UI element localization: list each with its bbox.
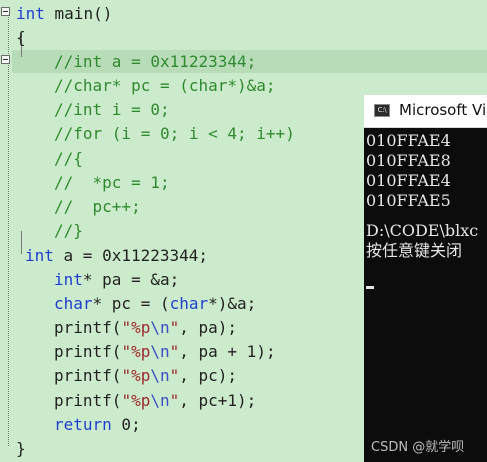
console-output: 010FFAE4 010FFAE8 010FFAE4 010FFAE5 D:\C…	[366, 131, 478, 261]
code-token: main()	[44, 4, 113, 23]
code-token: "%p	[121, 318, 151, 337]
code-line[interactable]: printf("%p\n", pa);	[54, 316, 237, 340]
code-token: printf(	[54, 366, 122, 385]
code-token: //int a = 0x11223344;	[54, 52, 257, 71]
code-token: // *pc = 1;	[54, 173, 170, 192]
console-cursor	[366, 286, 374, 289]
code-token: , pa + 1);	[179, 342, 276, 361]
code-line[interactable]: printf("%p\n", pa + 1);	[54, 340, 276, 364]
code-token: {	[16, 28, 26, 47]
code-line[interactable]: return 0;	[54, 413, 141, 437]
code-token: * pa = &a;	[82, 270, 180, 289]
fold-guide-line	[8, 12, 9, 446]
code-token: \n	[150, 318, 170, 337]
code-token: "	[169, 366, 180, 385]
code-token: \n	[150, 342, 170, 361]
code-token: //char* pc = (char*)&a;	[54, 76, 276, 95]
code-token: printf(	[54, 318, 122, 337]
console-app-icon: C:\	[374, 104, 390, 117]
code-token: //int i = 0;	[54, 100, 170, 119]
code-token: , pc+1);	[179, 391, 257, 410]
code-token: "	[169, 318, 180, 337]
console-line: 010FFAE4	[366, 131, 451, 150]
code-token: //{	[54, 149, 83, 168]
code-line[interactable]: }	[16, 437, 26, 461]
code-token: // pc++;	[54, 197, 141, 216]
code-token: int	[25, 246, 54, 265]
code-token: , pc);	[179, 366, 238, 385]
code-line[interactable]: //}	[54, 219, 83, 243]
code-token: a = 0x11223344;	[53, 246, 209, 265]
code-token: "	[169, 342, 180, 361]
code-line[interactable]: int main()	[16, 2, 112, 26]
console-titlebar[interactable]: C:\ Microsoft Vi	[364, 95, 487, 128]
console-line: 010FFAE4	[366, 171, 451, 190]
code-token: printf(	[54, 342, 122, 361]
code-line[interactable]: //int a = 0x11223344;	[54, 50, 256, 74]
code-token: "%p	[121, 366, 151, 385]
code-token: "	[169, 391, 180, 410]
code-token: int	[54, 270, 83, 289]
console-line: 010FFAE5	[366, 191, 451, 210]
console-line: 010FFAE8	[366, 151, 451, 170]
code-line[interactable]: char* pc = (char*)&a;	[54, 292, 256, 316]
code-token: //}	[54, 221, 83, 240]
code-line[interactable]: // pc++;	[54, 195, 141, 219]
code-token: }	[16, 439, 26, 458]
code-token: 0;	[111, 415, 141, 434]
code-token: \n	[150, 391, 170, 410]
indent-marker	[21, 231, 22, 254]
code-line[interactable]: printf("%p\n", pc+1);	[54, 389, 256, 413]
code-token: //for (i = 0; i < 4; i++)	[54, 124, 295, 143]
code-token: char	[54, 294, 93, 313]
console-line: D:\CODE\blxc	[366, 221, 479, 240]
code-token: "%p	[121, 391, 151, 410]
code-token: *)&a;	[208, 294, 257, 313]
code-token: * pc = (	[92, 294, 170, 313]
code-token: char	[169, 294, 209, 313]
console-line: 按任意键关闭	[366, 241, 463, 260]
code-line[interactable]: int a = 0x11223344;	[25, 244, 208, 268]
code-line[interactable]: //int i = 0;	[54, 98, 170, 122]
fold-toggle-main[interactable]	[1, 7, 10, 16]
code-token: int	[16, 4, 45, 23]
code-line[interactable]: //char* pc = (char*)&a;	[54, 74, 276, 98]
code-token: return	[54, 415, 112, 434]
code-line[interactable]: int* pa = &a;	[54, 268, 179, 292]
code-token: \n	[150, 366, 170, 385]
code-line[interactable]: // *pc = 1;	[54, 171, 170, 195]
code-line[interactable]: printf("%p\n", pc);	[54, 364, 237, 388]
code-token: "%p	[121, 342, 151, 361]
code-token: printf(	[54, 391, 122, 410]
code-line[interactable]: //{	[54, 147, 83, 171]
code-line[interactable]: {	[16, 26, 26, 50]
csdn-watermark: CSDN @就学呗	[371, 440, 465, 455]
console-title: Microsoft Vi	[399, 101, 487, 119]
console-window[interactable]: C:\ Microsoft Vi 010FFAE4 010FFAE8 010FF…	[364, 95, 487, 462]
code-line[interactable]: //for (i = 0; i < 4; i++)	[54, 122, 295, 146]
code-token: , pa);	[179, 318, 238, 337]
fold-toggle-comment-block[interactable]	[1, 55, 10, 64]
